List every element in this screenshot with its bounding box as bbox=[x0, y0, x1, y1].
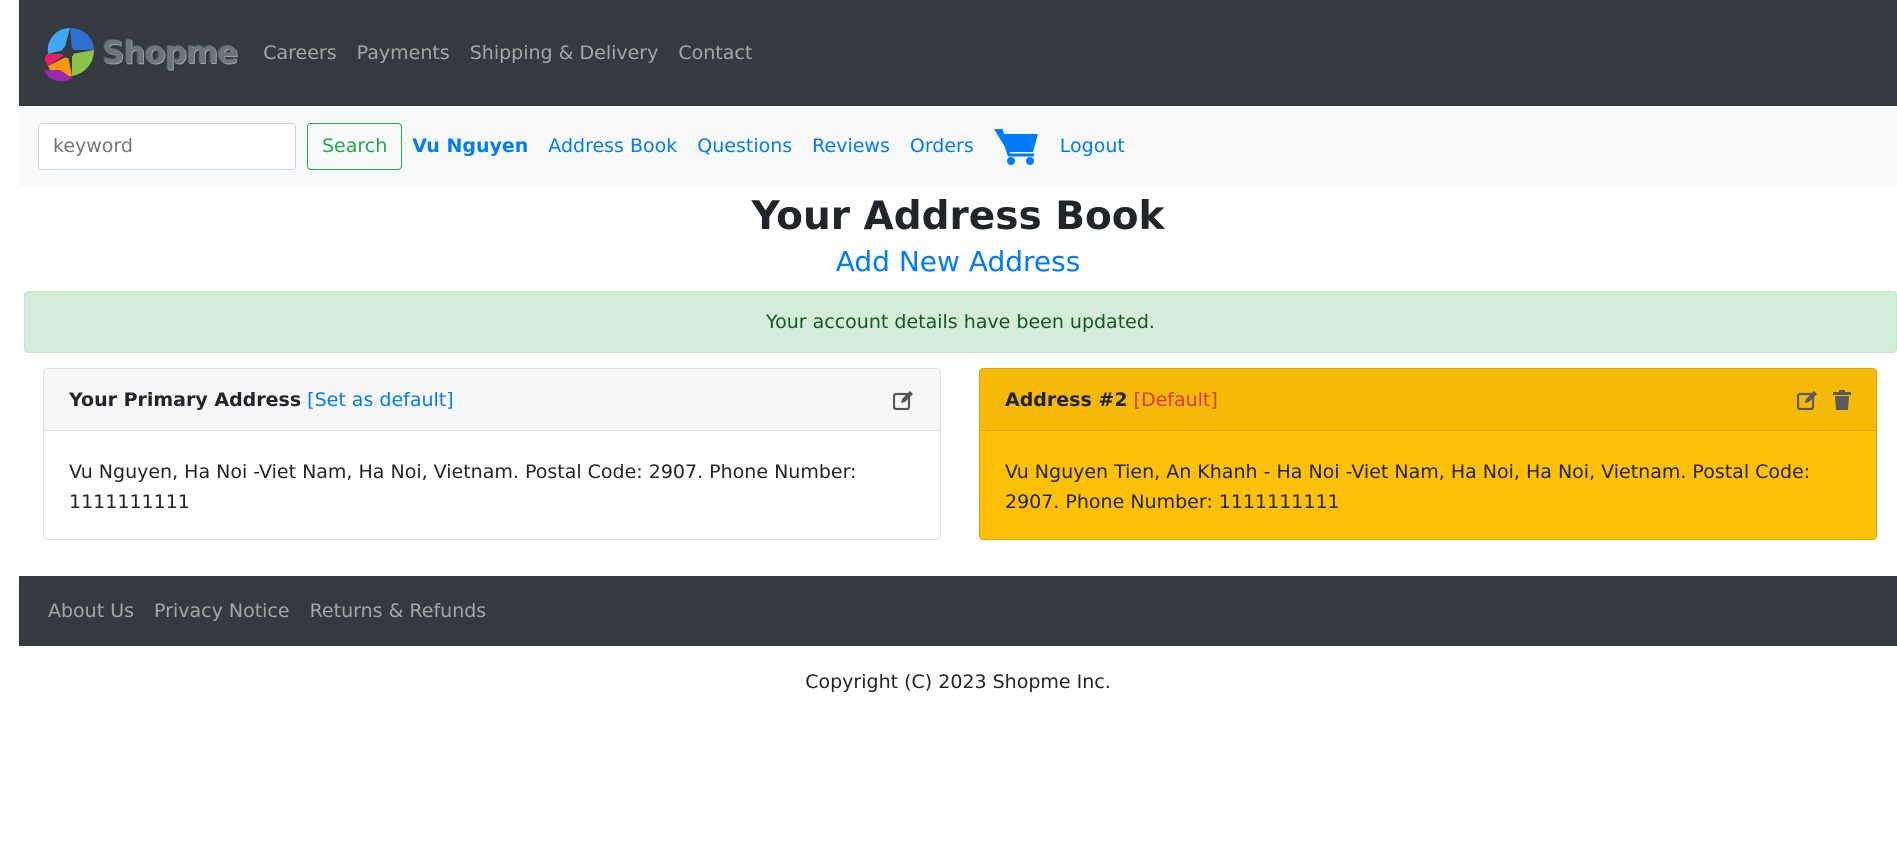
address-title: Your Primary Address bbox=[69, 388, 302, 411]
address-card-header: Address #2 [Default] bbox=[980, 369, 1876, 431]
address-actions bbox=[1783, 389, 1851, 410]
page: Shopme Careers Payments Shipping & Deliv… bbox=[19, 0, 1897, 693]
nav-address-book[interactable]: Address Book bbox=[548, 135, 677, 157]
page-title: Your Address Book bbox=[751, 194, 1165, 239]
set-as-default-link[interactable]: [Set as default] bbox=[307, 389, 454, 411]
footer-privacy-notice[interactable]: Privacy Notice bbox=[154, 600, 290, 622]
footer-about-us[interactable]: About Us bbox=[48, 600, 134, 622]
search-button[interactable]: Search bbox=[307, 122, 403, 170]
account-user-name[interactable]: Vu Nguyen bbox=[412, 135, 528, 157]
nav-careers[interactable]: Careers bbox=[263, 42, 336, 64]
logout-link[interactable]: Logout bbox=[1060, 135, 1125, 157]
shopping-cart-icon[interactable] bbox=[993, 126, 1040, 166]
default-badge: [Default] bbox=[1133, 388, 1218, 411]
address-list: Your Primary Address [Set as default] Vu… bbox=[19, 368, 1897, 540]
address-card-2: Address #2 [Default] Vu Nguyen Tien, An … bbox=[979, 368, 1877, 540]
nav-orders[interactable]: Orders bbox=[910, 135, 974, 157]
edit-icon[interactable] bbox=[1797, 390, 1819, 410]
success-alert: Your account details have been updated. bbox=[24, 291, 1897, 353]
footer-navbar: About Us Privacy Notice Returns & Refund… bbox=[19, 576, 1897, 646]
trash-icon[interactable] bbox=[1833, 389, 1851, 410]
account-navbar: Search Vu Nguyen Address Book Questions … bbox=[19, 106, 1897, 186]
nav-questions[interactable]: Questions bbox=[697, 135, 792, 157]
nav-contact[interactable]: Contact bbox=[678, 42, 752, 64]
brand-name: Shopme bbox=[102, 35, 238, 71]
address-title: Address #2 bbox=[1005, 388, 1128, 411]
nav-payments[interactable]: Payments bbox=[357, 42, 450, 64]
footer-returns-refunds[interactable]: Returns & Refunds bbox=[310, 600, 487, 622]
add-address-container: Add New Address bbox=[19, 245, 1897, 281]
nav-reviews[interactable]: Reviews bbox=[812, 135, 890, 157]
address-card-header: Your Primary Address [Set as default] bbox=[44, 369, 940, 431]
address-text: Vu Nguyen, Ha Noi -Viet Nam, Ha Noi, Vie… bbox=[69, 461, 857, 513]
address-actions bbox=[879, 390, 915, 410]
add-new-address-link[interactable]: Add New Address bbox=[836, 245, 1081, 278]
brand-logo[interactable]: Shopme bbox=[38, 18, 238, 88]
nav-shipping-delivery[interactable]: Shipping & Delivery bbox=[470, 42, 659, 64]
logo-icon bbox=[44, 28, 94, 82]
address-text: Vu Nguyen Tien, An Khanh - Ha Noi -Viet … bbox=[1005, 461, 1811, 513]
top-navbar: Shopme Careers Payments Shipping & Deliv… bbox=[19, 0, 1897, 106]
search-input[interactable] bbox=[38, 122, 296, 170]
edit-icon[interactable] bbox=[893, 390, 915, 410]
copyright-text: Copyright (C) 2023 Shopme Inc. bbox=[805, 671, 1111, 693]
address-card-primary: Your Primary Address [Set as default] Vu… bbox=[43, 368, 941, 540]
